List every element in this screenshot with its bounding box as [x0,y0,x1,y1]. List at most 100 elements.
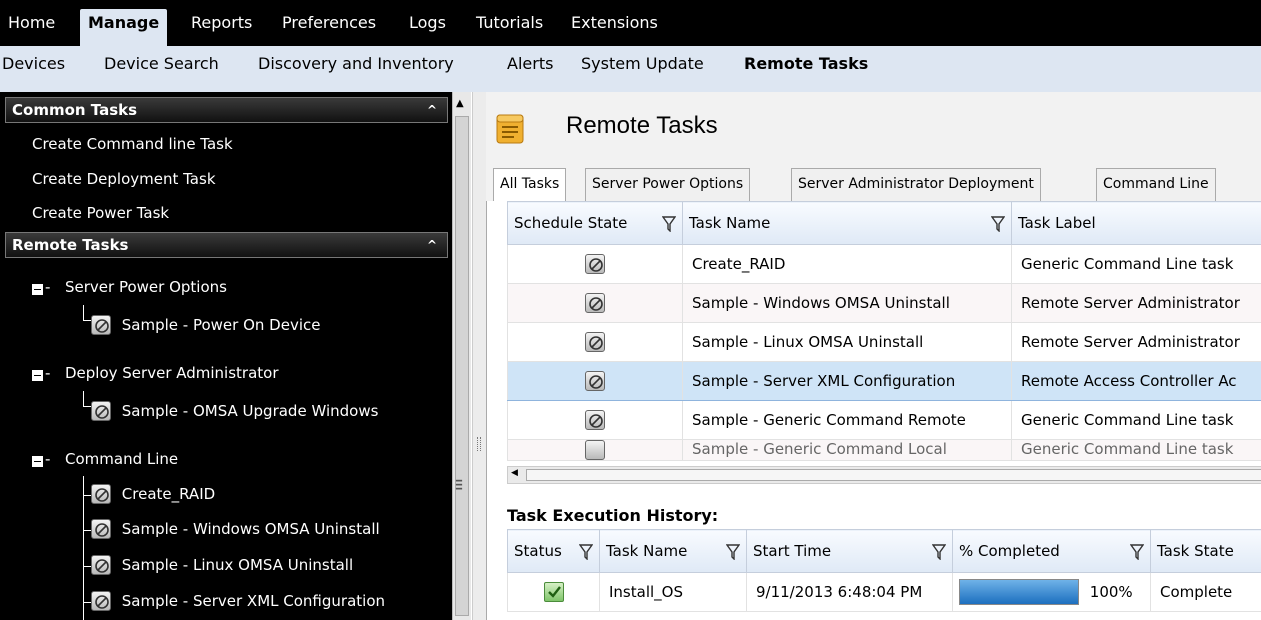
tree-item-label: Sample - Windows OMSA Uninstall [121,519,380,538]
tree-group-server-power-options[interactable]: Server Power Options [65,278,227,296]
column-label: Schedule State [514,214,628,232]
menu-tutorials[interactable]: Tutorials [468,9,551,46]
complete-check-icon [543,582,564,602]
tree-group-deploy-server-administrator[interactable]: Deploy Server Administrator [65,364,279,382]
column-task-state[interactable]: Task State [1150,529,1261,573]
tree-dash: - [45,450,51,468]
table-row[interactable]: Install_OS 9/11/2013 6:48:04 PM 100% Com… [507,572,1261,612]
create-command-line-task-link[interactable]: Create Command line Task [32,135,233,153]
column-label: Status [514,542,562,560]
task-name-cell: Sample - Windows OMSA Uninstall [682,283,1012,323]
filter-funnel-icon[interactable] [726,544,740,560]
subnav-device-search[interactable]: Device Search [104,54,219,73]
menu-manage[interactable]: Manage [80,9,168,46]
column-percent-completed[interactable]: % Completed [952,529,1151,573]
scrollbar-thumb[interactable] [526,469,1261,481]
tab-server-power-options[interactable]: Server Power Options [585,168,751,201]
subnav-devices[interactable]: Devices [2,54,65,73]
tree-item-windows-omsa-uninstall[interactable]: Sample - Windows OMSA Uninstall [91,519,380,539]
status-cell [507,572,600,612]
left-panel-scrollbar[interactable]: ▲ ━ ━ ━ [452,92,471,620]
scroll-left-arrow-icon[interactable]: ◀ [511,468,518,478]
tree-item-linux-omsa-uninstall[interactable]: Sample - Linux OMSA Uninstall [91,555,353,575]
tasks-table-header: Schedule State Task Name Task Label [507,201,1261,245]
schedule-disabled-icon [91,591,111,611]
table-row-selected[interactable]: Sample - Server XML Configuration Remote… [507,361,1261,401]
table-row[interactable]: Sample - Generic Command Remote Generic … [507,400,1261,440]
filter-funnel-icon[interactable] [932,544,946,560]
menu-logs[interactable]: Logs [401,9,454,46]
common-tasks-header[interactable]: Common Tasks ^ [5,97,448,123]
schedule-disabled-icon [585,440,605,460]
collapse-minus-icon[interactable] [32,370,43,381]
table-row[interactable]: Sample - Linux OMSA Uninstall Remote Ser… [507,322,1261,362]
schedule-state-cell [507,283,683,323]
schedule-state-cell [507,400,683,440]
task-label-cell: Remote Access Controller Ac [1011,361,1261,401]
create-deployment-task-link[interactable]: Create Deployment Task [32,170,216,188]
panel-splitter[interactable] [472,92,486,620]
tab-content: Schedule State Task Name Task Label Crea… [486,201,1261,620]
tree-item-label: Sample - Linux OMSA Uninstall [121,555,354,574]
column-label: Task Name [689,214,771,232]
progress-bar [959,579,1079,605]
table-row-partial[interactable]: Sample - Generic Command Local Generic C… [507,439,1261,461]
column-task-name[interactable]: Task Name [682,201,1012,245]
tab-command-line[interactable]: Command Line [1096,168,1216,201]
tasks-table-horizontal-scrollbar[interactable]: ◀ [507,466,1261,484]
menu-home[interactable]: Home [0,9,63,46]
collapse-chevron-icon[interactable]: ^ [427,98,437,122]
tree-item-label: Sample - Power On Device [121,315,321,334]
filter-funnel-icon[interactable] [579,544,593,560]
main-content: Remote Tasks All Tasks Server Power Opti… [486,92,1261,620]
collapse-chevron-icon[interactable]: ^ [427,233,437,257]
schedule-disabled-icon [91,484,111,504]
create-power-task-link[interactable]: Create Power Task [32,204,169,222]
task-label-cell: Generic Command Line task [1011,400,1261,440]
main-menubar: Home Manage Reports Preferences Logs Tut… [0,0,1261,46]
filter-funnel-icon[interactable] [1130,544,1144,560]
scroll-up-arrow-icon[interactable]: ▲ [456,98,464,109]
table-row[interactable]: Create_RAID Generic Command Line task [507,244,1261,284]
tree-item-server-xml-configuration[interactable]: Sample - Server XML Configuration [91,591,385,611]
menu-reports[interactable]: Reports [183,9,260,46]
column-label: Task Name [606,542,688,560]
subnav-system-update[interactable]: System Update [581,54,704,73]
subnav-alerts[interactable]: Alerts [507,54,553,73]
column-schedule-state[interactable]: Schedule State [507,201,683,245]
task-name-cell: Sample - Generic Command Remote [682,400,1012,440]
column-label: Start Time [753,542,832,560]
subnav-remote-tasks[interactable]: Remote Tasks [744,54,868,73]
tree-item-omsa-upgrade-windows[interactable]: Sample - OMSA Upgrade Windows [91,401,378,421]
menu-preferences[interactable]: Preferences [274,9,384,46]
task-name-cell: Sample - Linux OMSA Uninstall [682,322,1012,362]
collapse-minus-icon[interactable] [32,456,43,467]
task-name-cell: Install_OS [599,572,747,612]
column-start-time[interactable]: Start Time [746,529,953,573]
column-task-name[interactable]: Task Name [599,529,747,573]
tree-item-power-on-device[interactable]: Sample - Power On Device [91,315,320,335]
collapse-minus-icon[interactable] [32,284,43,295]
schedule-disabled-icon [91,401,111,421]
subnav-discovery[interactable]: Discovery and Inventory [258,54,454,73]
remote-tasks-header[interactable]: Remote Tasks ^ [5,232,448,258]
scrollbar-thumb[interactable] [455,116,469,616]
tree-item-label: Create_RAID [121,484,216,503]
history-table-header: Status Task Name Start Time % Completed … [507,529,1261,573]
column-status[interactable]: Status [507,529,600,573]
schedule-state-cell [507,322,683,362]
tree-line [83,476,84,620]
filter-funnel-icon[interactable] [991,216,1005,232]
tab-all-tasks[interactable]: All Tasks [493,168,567,202]
schedule-state-cell [507,361,683,401]
filter-funnel-icon[interactable] [662,216,676,232]
tree-item-create-raid[interactable]: Create_RAID [91,484,215,504]
task-name-cell: Sample - Server XML Configuration [682,361,1012,401]
schedule-disabled-icon [585,332,605,352]
menu-extensions[interactable]: Extensions [563,9,666,46]
tab-server-administrator-deployment[interactable]: Server Administrator Deployment [791,168,1041,201]
column-task-label[interactable]: Task Label [1011,201,1261,245]
tree-group-command-line[interactable]: Command Line [65,450,178,468]
schedule-disabled-icon [91,555,111,575]
table-row[interactable]: Sample - Windows OMSA Uninstall Remote S… [507,283,1261,323]
